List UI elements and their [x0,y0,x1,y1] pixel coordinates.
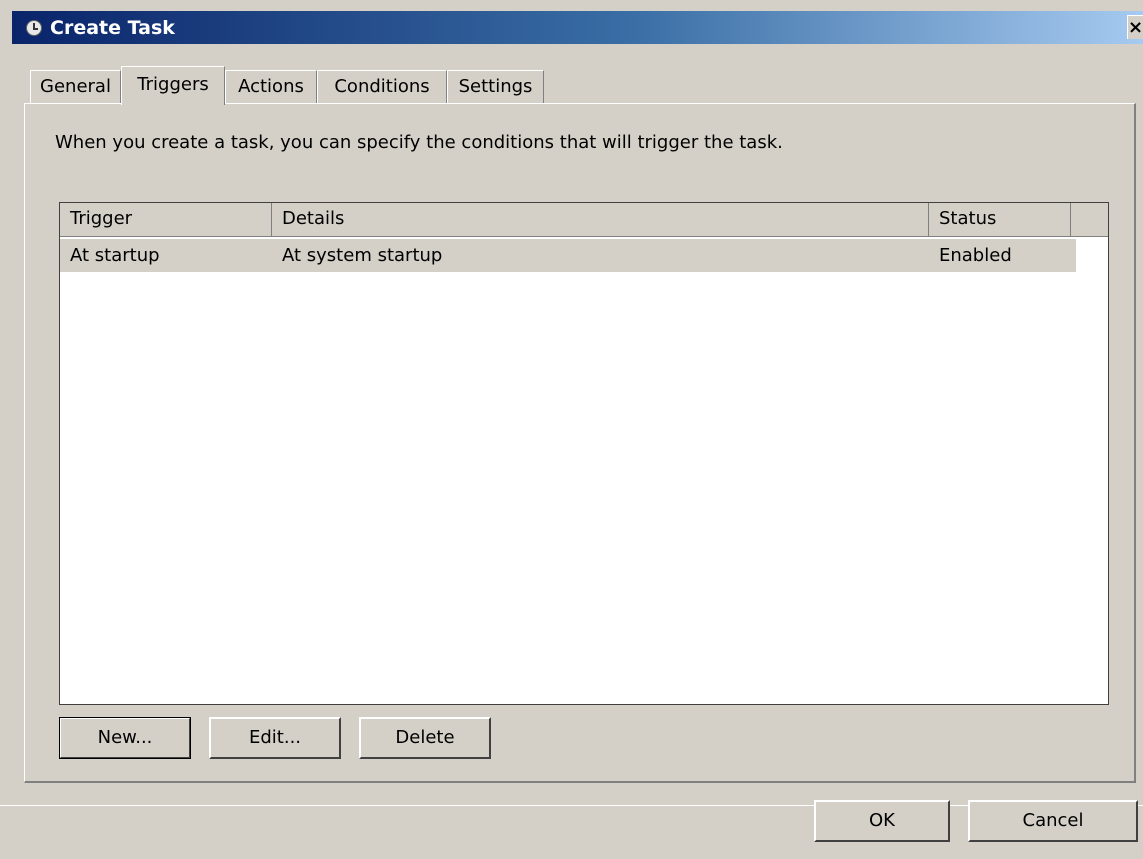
edit-trigger-button[interactable]: Edit... [209,717,341,759]
table-row[interactable]: At startup At system startup Enabled [60,239,1076,272]
clock-icon [26,20,42,36]
delete-trigger-button[interactable]: Delete [359,717,491,759]
triggers-description: When you create a task, you can specify … [55,132,783,153]
column-header-details[interactable]: Details [272,203,929,236]
close-button[interactable]: × [1127,15,1143,39]
title-bar[interactable]: Create Task × [12,11,1143,44]
tab-general[interactable]: General [30,70,121,103]
column-header-status[interactable]: Status [929,203,1071,236]
triggers-tab-panel: When you create a task, you can specify … [24,103,1136,783]
cell-status: Enabled [939,245,1012,266]
tab-settings[interactable]: Settings [447,70,544,103]
cell-trigger: At startup [70,245,160,266]
cancel-button[interactable]: Cancel [968,800,1138,842]
list-header: Trigger Details Status [60,203,1108,237]
window-title: Create Task [50,17,175,39]
triggers-list[interactable]: Trigger Details Status At startup At sys… [59,202,1109,705]
column-header-trigger[interactable]: Trigger [60,203,272,236]
ok-button[interactable]: OK [814,800,950,842]
tab-conditions[interactable]: Conditions [317,70,447,103]
cell-details: At system startup [282,245,443,266]
tab-actions[interactable]: Actions [225,70,317,103]
tab-triggers[interactable]: Triggers [121,66,225,105]
new-trigger-button[interactable]: New... [59,717,191,759]
